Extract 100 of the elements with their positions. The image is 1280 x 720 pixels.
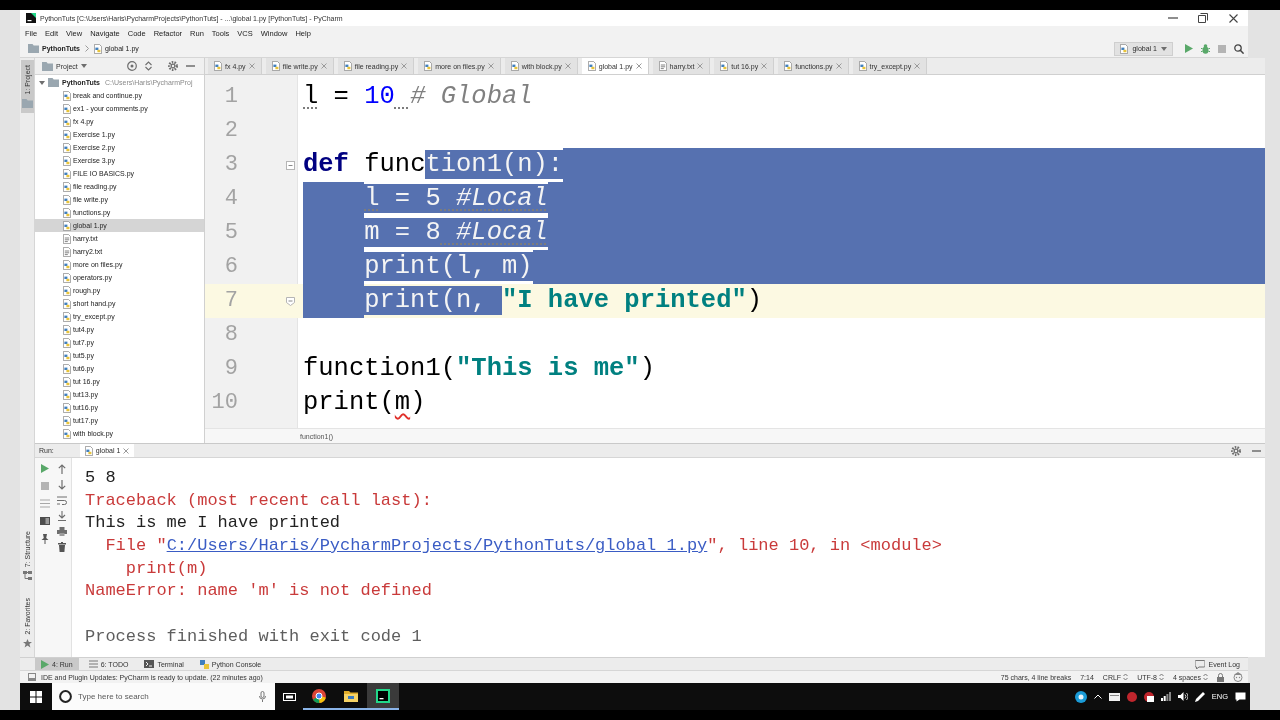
pen-icon[interactable] <box>1194 691 1205 702</box>
python-file-icon <box>63 389 71 400</box>
search-field[interactable]: Type here to search <box>52 683 275 710</box>
code-line: m = 8 #Local <box>303 216 548 250</box>
arrow-down-icon[interactable] <box>58 480 66 490</box>
python-file-icon <box>1120 43 1129 54</box>
code-line: def function1(n): <box>303 149 564 181</box>
line-number: 4 <box>224 186 238 211</box>
line-number: 2 <box>224 118 238 143</box>
python-file-icon <box>63 129 71 140</box>
python-file-icon <box>63 207 71 218</box>
updown-arrows-icon <box>1203 673 1208 681</box>
console-line: Traceback (most recent call last): <box>85 489 432 512</box>
python-console-icon <box>199 659 209 669</box>
code-line: l = 5 #Local <box>303 182 548 216</box>
python-file-icon <box>63 181 71 192</box>
python-file-icon <box>720 61 729 71</box>
tray-app-icon[interactable] <box>1108 692 1120 701</box>
python-file-icon <box>63 259 71 270</box>
python-file-icon <box>858 61 867 71</box>
python-file-icon <box>343 61 352 71</box>
python-file-icon <box>63 220 71 231</box>
folder-icon <box>344 689 358 702</box>
python-file-icon <box>63 337 71 348</box>
text-file-icon <box>63 246 71 257</box>
settings-icon[interactable] <box>168 61 178 71</box>
tool-windows-icon[interactable] <box>28 673 36 681</box>
caret-icon <box>80 64 87 68</box>
text-file-icon <box>63 233 71 244</box>
bug-icon[interactable] <box>1201 43 1210 54</box>
arrow-up-icon[interactable] <box>58 464 66 474</box>
tray-app-icon[interactable] <box>1074 690 1087 703</box>
console-line: NameError: name 'm' is not defined <box>85 580 432 603</box>
close-icon[interactable] <box>1228 13 1238 23</box>
code-line: function1("This is me") <box>303 353 655 385</box>
code-line: l = 10 # Global <box>303 81 533 113</box>
restore-icon[interactable] <box>1198 13 1208 23</box>
updown-arrows-icon <box>1123 673 1129 681</box>
console-line: print(m) <box>124 557 208 580</box>
caret-icon <box>1161 46 1167 51</box>
line-number: 7 <box>224 288 238 313</box>
chevron-up-icon[interactable] <box>1093 694 1102 699</box>
run-icon <box>41 659 49 669</box>
task-view-icon[interactable] <box>282 691 296 702</box>
folder-icon <box>28 44 39 53</box>
lines-icon[interactable] <box>40 499 50 508</box>
notification-icon[interactable] <box>1235 691 1246 702</box>
python-file-icon <box>587 61 596 71</box>
python-file-icon <box>84 445 93 456</box>
app-logo-icon <box>26 13 36 23</box>
python-file-icon <box>63 272 71 283</box>
python-file-icon <box>214 61 222 71</box>
fold-icon[interactable] <box>286 160 295 170</box>
python-file-icon <box>94 43 102 54</box>
line-number: 1 <box>224 84 238 109</box>
scroll-down-icon[interactable] <box>58 511 66 521</box>
python-file-icon <box>63 324 71 335</box>
python-file-icon <box>63 168 71 179</box>
python-file-icon <box>63 350 71 361</box>
target-icon[interactable] <box>127 61 137 71</box>
search-icon[interactable] <box>1234 43 1244 54</box>
layout-icon[interactable] <box>40 517 50 525</box>
python-file-icon <box>63 402 71 413</box>
python-file-icon <box>63 376 71 387</box>
trash-icon[interactable] <box>58 542 66 552</box>
python-file-icon <box>63 298 71 309</box>
python-file-icon <box>63 142 71 153</box>
settings-icon[interactable] <box>1231 445 1241 456</box>
star-icon <box>22 639 32 648</box>
python-file-icon <box>784 61 793 71</box>
python-file-icon <box>63 311 71 322</box>
signal-bars-icon[interactable] <box>1160 692 1171 701</box>
run-icon[interactable] <box>41 464 49 473</box>
wrap-icon[interactable] <box>57 496 67 505</box>
fold-icon[interactable] <box>286 296 295 306</box>
taskbar-button[interactable] <box>367 683 399 710</box>
microphone-icon[interactable] <box>259 691 266 702</box>
start-icon[interactable] <box>30 690 42 703</box>
python-file-icon <box>63 363 71 374</box>
file-link[interactable]: C:/Users/Haris/PycharmProjects/PythonTuts/global 1.py <box>166 536 708 556</box>
collapse-icon[interactable] <box>145 61 152 71</box>
python-file-icon <box>63 428 71 439</box>
app-logo-icon <box>376 688 390 703</box>
line-number: 5 <box>224 220 238 245</box>
chevron-right-icon <box>85 45 89 52</box>
python-file-icon <box>63 90 71 101</box>
pin-icon[interactable] <box>41 534 49 544</box>
python-file-icon <box>63 116 71 127</box>
terminal-icon <box>144 660 155 668</box>
speaker-icon[interactable] <box>1177 692 1188 701</box>
face-icon[interactable] <box>1233 672 1243 682</box>
tray-app-icon[interactable] <box>1143 691 1154 702</box>
printer-icon[interactable] <box>57 527 67 536</box>
python-file-icon <box>63 155 71 166</box>
run-icon[interactable] <box>1185 44 1193 53</box>
python-file-icon <box>63 103 71 114</box>
lock-icon[interactable] <box>1217 672 1224 682</box>
expand-arrow-icon[interactable] <box>39 80 45 85</box>
python-file-icon <box>63 415 71 426</box>
minimize-icon[interactable] <box>1252 449 1261 452</box>
